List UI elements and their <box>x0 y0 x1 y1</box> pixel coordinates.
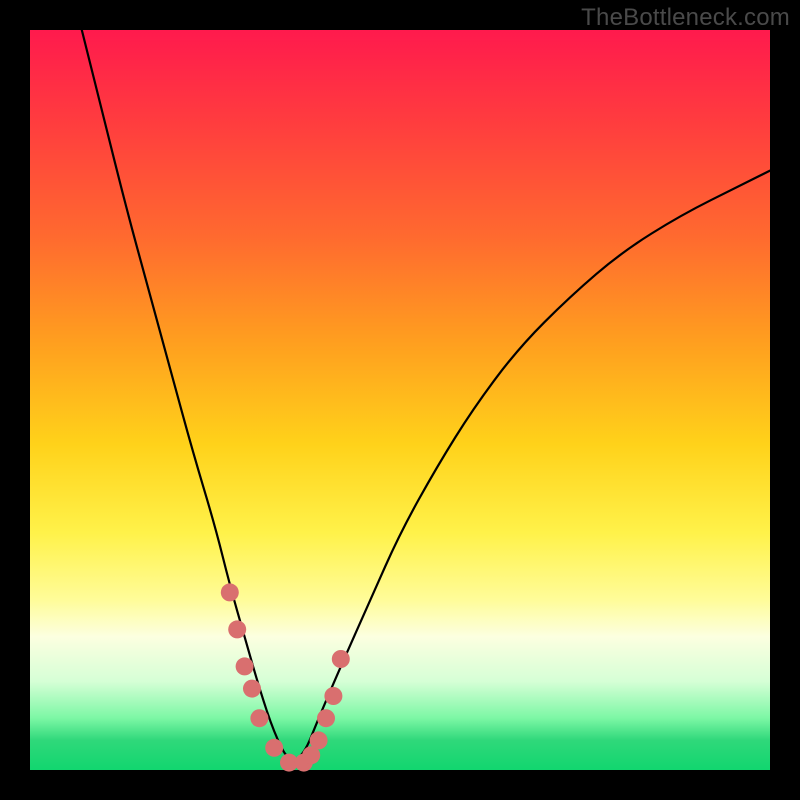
data-markers <box>221 583 350 771</box>
data-point <box>324 687 342 705</box>
data-point <box>228 620 246 638</box>
data-point <box>221 583 239 601</box>
bottleneck-curve <box>82 30 770 760</box>
data-point <box>265 739 283 757</box>
watermark-text: TheBottleneck.com <box>581 4 790 32</box>
chart-overlay <box>30 30 770 770</box>
data-point <box>243 680 261 698</box>
data-point <box>250 709 268 727</box>
chart-frame: TheBottleneck.com <box>0 0 800 800</box>
plot-gradient-area <box>30 30 770 770</box>
data-point <box>332 650 350 668</box>
data-point <box>310 731 328 749</box>
data-point <box>236 657 254 675</box>
data-point <box>317 709 335 727</box>
